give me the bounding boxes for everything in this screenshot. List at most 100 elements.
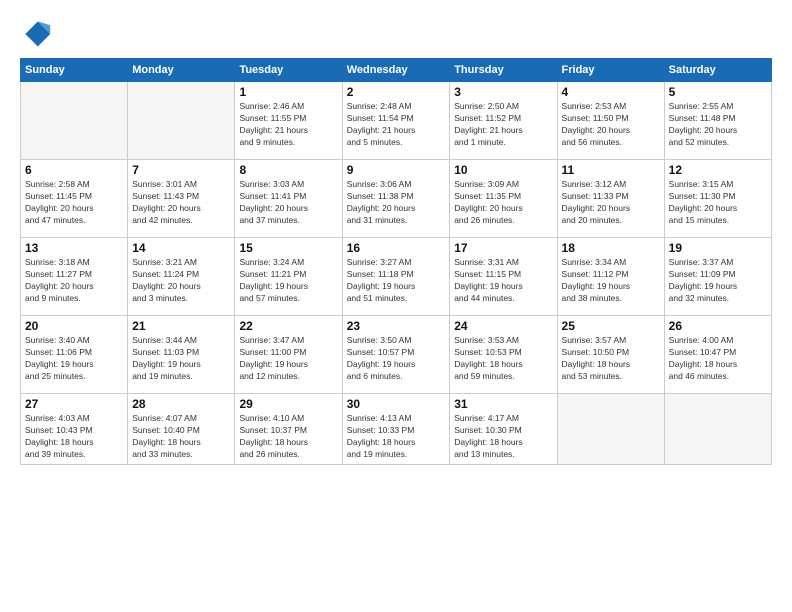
calendar-cell: 18Sunrise: 3:34 AM Sunset: 11:12 PM Dayl… [557,238,664,316]
day-number: 3 [454,85,552,99]
week-row: 13 Sunrise: 3:18 AM Sunset: 11:27 PM Dayl… [21,238,772,316]
day-info: Sunrise: 4:00 AM Sunset: 10:47 PM Daylig… [669,335,767,383]
calendar-cell: 26 Sunrise: 4:00 AM Sunset: 10:47 PM Dayl… [664,316,771,394]
calendar-cell: 10 Sunrise: 3:09 AM Sunset: 11:35 PM Dayl… [450,160,557,238]
weekday-header: Friday [557,59,664,82]
calendar-cell: 14 Sunrise: 3:21 AM Sunset: 11:24 PM Dayl… [128,238,235,316]
day-number: 10 [454,163,552,177]
calendar-cell [664,394,771,465]
calendar-cell [128,82,235,160]
weekday-header: Sunday [21,59,128,82]
weekday-header: Thursday [450,59,557,82]
day-number: 27 [25,397,123,411]
day-number: 6 [25,163,123,177]
day-info: Sunrise: 2:50 AM Sunset: 11:52 PM Daylig… [454,101,552,149]
day-info: Sunrise: 4:10 AM Sunset: 10:37 PM Daylig… [239,413,337,461]
day-number: 13 [25,241,123,255]
day-number: 31 [454,397,552,411]
weekday-header: Wednesday [342,59,449,82]
calendar-cell: 5 Sunrise: 2:55 AM Sunset: 11:48 PM Dayli… [664,82,771,160]
day-number: 11 [562,163,660,177]
day-info: Sunrise: 3:27 AM Sunset: 11:18 PM Daylig… [347,257,445,305]
calendar-cell: 9 Sunrise: 3:06 AM Sunset: 11:38 PM Dayli… [342,160,449,238]
day-number: 23 [347,319,445,333]
day-info: Sunrise: 3:53 AM Sunset: 10:53 PM Daylig… [454,335,552,383]
calendar-cell: 15 Sunrise: 3:24 AM Sunset: 11:21 PM Dayl… [235,238,342,316]
calendar-cell: 23 Sunrise: 3:50 AM Sunset: 10:57 PM Dayl… [342,316,449,394]
day-number: 26 [669,319,767,333]
week-row: 1Sunrise: 2:46 AM Sunset: 11:55 PM Dayli… [21,82,772,160]
calendar-cell: 17Sunrise: 3:31 AM Sunset: 11:15 PM Dayl… [450,238,557,316]
logo-icon [20,18,52,50]
calendar-cell: 6 Sunrise: 2:58 AM Sunset: 11:45 PM Dayli… [21,160,128,238]
day-info: Sunrise: 2:48 AM Sunset: 11:54 PM Daylig… [347,101,445,149]
weekday-header: Saturday [664,59,771,82]
calendar-cell [21,82,128,160]
day-info: Sunrise: 3:34 AM Sunset: 11:12 PM Daylig… [562,257,660,305]
calendar-cell: 29 Sunrise: 4:10 AM Sunset: 10:37 PM Dayl… [235,394,342,465]
day-number: 21 [132,319,230,333]
calendar-cell: 25Sunrise: 3:57 AM Sunset: 10:50 PM Dayl… [557,316,664,394]
day-info: Sunrise: 4:17 AM Sunset: 10:30 PM Daylig… [454,413,552,461]
day-info: Sunrise: 4:03 AM Sunset: 10:43 PM Daylig… [25,413,123,461]
day-info: Sunrise: 2:58 AM Sunset: 11:45 PM Daylig… [25,179,123,227]
calendar-cell: 13 Sunrise: 3:18 AM Sunset: 11:27 PM Dayl… [21,238,128,316]
calendar-cell: 24 Sunrise: 3:53 AM Sunset: 10:53 PM Dayl… [450,316,557,394]
calendar-cell: 30 Sunrise: 4:13 AM Sunset: 10:33 PM Dayl… [342,394,449,465]
day-info: Sunrise: 3:47 AM Sunset: 11:00 PM Daylig… [239,335,337,383]
calendar-cell [557,394,664,465]
day-number: 24 [454,319,552,333]
calendar-cell: 1Sunrise: 2:46 AM Sunset: 11:55 PM Dayli… [235,82,342,160]
calendar-cell: 22Sunrise: 3:47 AM Sunset: 11:00 PM Dayl… [235,316,342,394]
day-info: Sunrise: 3:03 AM Sunset: 11:41 PM Daylig… [239,179,337,227]
page: SundayMondayTuesdayWednesdayThursdayFrid… [0,0,792,612]
calendar-cell: 21 Sunrise: 3:44 AM Sunset: 11:03 PM Dayl… [128,316,235,394]
calendar-cell: 3 Sunrise: 2:50 AM Sunset: 11:52 PM Dayli… [450,82,557,160]
day-info: Sunrise: 3:21 AM Sunset: 11:24 PM Daylig… [132,257,230,305]
day-info: Sunrise: 3:18 AM Sunset: 11:27 PM Daylig… [25,257,123,305]
day-number: 15 [239,241,337,255]
header [20,18,772,50]
day-info: Sunrise: 3:06 AM Sunset: 11:38 PM Daylig… [347,179,445,227]
day-info: Sunrise: 3:15 AM Sunset: 11:30 PM Daylig… [669,179,767,227]
weekday-header: Tuesday [235,59,342,82]
day-number: 9 [347,163,445,177]
day-number: 30 [347,397,445,411]
week-row: 20Sunrise: 3:40 AM Sunset: 11:06 PM Dayl… [21,316,772,394]
day-info: Sunrise: 2:46 AM Sunset: 11:55 PM Daylig… [239,101,337,149]
weekday-header: Monday [128,59,235,82]
week-row: 27 Sunrise: 4:03 AM Sunset: 10:43 PM Dayl… [21,394,772,465]
day-info: Sunrise: 3:37 AM Sunset: 11:09 PM Daylig… [669,257,767,305]
day-number: 14 [132,241,230,255]
calendar-cell: 8 Sunrise: 3:03 AM Sunset: 11:41 PM Dayli… [235,160,342,238]
day-info: Sunrise: 3:31 AM Sunset: 11:15 PM Daylig… [454,257,552,305]
weekday-header-row: SundayMondayTuesdayWednesdayThursdayFrid… [21,59,772,82]
day-number: 28 [132,397,230,411]
calendar-cell: 4 Sunrise: 2:53 AM Sunset: 11:50 PM Dayli… [557,82,664,160]
calendar-cell: 7 Sunrise: 3:01 AM Sunset: 11:43 PM Dayli… [128,160,235,238]
day-number: 12 [669,163,767,177]
day-info: Sunrise: 2:53 AM Sunset: 11:50 PM Daylig… [562,101,660,149]
day-number: 19 [669,241,767,255]
day-info: Sunrise: 4:13 AM Sunset: 10:33 PM Daylig… [347,413,445,461]
day-info: Sunrise: 3:50 AM Sunset: 10:57 PM Daylig… [347,335,445,383]
day-number: 5 [669,85,767,99]
calendar-cell: 20Sunrise: 3:40 AM Sunset: 11:06 PM Dayl… [21,316,128,394]
day-number: 4 [562,85,660,99]
day-number: 8 [239,163,337,177]
calendar: SundayMondayTuesdayWednesdayThursdayFrid… [20,58,772,465]
day-info: Sunrise: 3:12 AM Sunset: 11:33 PM Daylig… [562,179,660,227]
calendar-cell: 11 Sunrise: 3:12 AM Sunset: 11:33 PM Dayl… [557,160,664,238]
day-number: 2 [347,85,445,99]
day-number: 7 [132,163,230,177]
day-info: Sunrise: 3:44 AM Sunset: 11:03 PM Daylig… [132,335,230,383]
day-info: Sunrise: 3:09 AM Sunset: 11:35 PM Daylig… [454,179,552,227]
day-info: Sunrise: 3:01 AM Sunset: 11:43 PM Daylig… [132,179,230,227]
calendar-cell: 16Sunrise: 3:27 AM Sunset: 11:18 PM Dayl… [342,238,449,316]
day-info: Sunrise: 4:07 AM Sunset: 10:40 PM Daylig… [132,413,230,461]
day-info: Sunrise: 2:55 AM Sunset: 11:48 PM Daylig… [669,101,767,149]
calendar-cell: 2 Sunrise: 2:48 AM Sunset: 11:54 PM Dayli… [342,82,449,160]
day-info: Sunrise: 3:57 AM Sunset: 10:50 PM Daylig… [562,335,660,383]
day-info: Sunrise: 3:24 AM Sunset: 11:21 PM Daylig… [239,257,337,305]
day-number: 29 [239,397,337,411]
